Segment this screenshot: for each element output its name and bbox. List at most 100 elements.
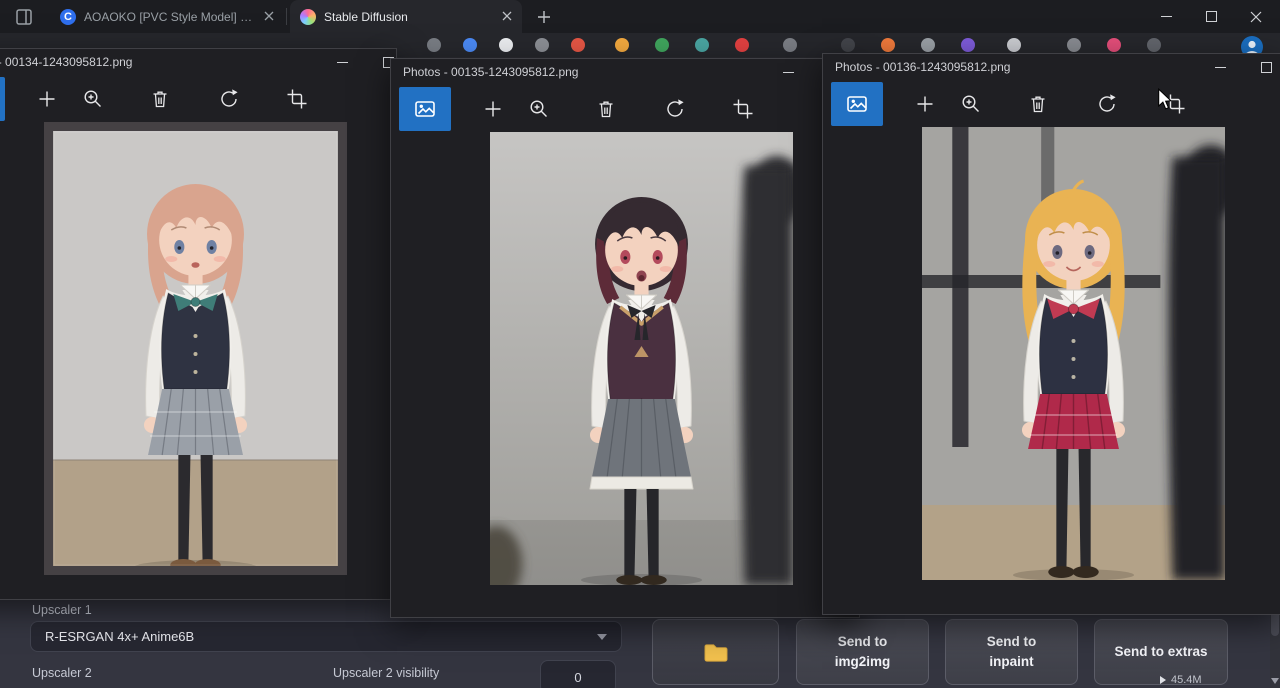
photo-content-00136 bbox=[922, 127, 1225, 580]
favicon-icon[interactable] bbox=[1007, 38, 1021, 52]
favicon-icon[interactable] bbox=[961, 38, 975, 52]
tab-close-icon[interactable] bbox=[264, 10, 274, 24]
photo-content-00135 bbox=[490, 132, 793, 585]
button-label: Send to bbox=[838, 632, 888, 652]
favicon-icon[interactable] bbox=[783, 38, 797, 52]
zoom-in-icon bbox=[82, 88, 104, 110]
folder-icon bbox=[703, 641, 729, 663]
delete-button[interactable] bbox=[584, 87, 628, 131]
favicon-icon[interactable] bbox=[463, 38, 477, 52]
send-to-img2img-button[interactable]: Send to img2img bbox=[796, 619, 929, 685]
badge-text: 45.4M bbox=[1171, 674, 1202, 686]
minimize-button[interactable] bbox=[323, 49, 361, 75]
favicon-icon[interactable] bbox=[1107, 38, 1121, 52]
browser-maximize-button[interactable] bbox=[1189, 0, 1233, 33]
window-titlebar[interactable]: Photos - 00135-1243095812.png bbox=[391, 59, 859, 85]
zoom-button[interactable] bbox=[517, 87, 561, 131]
maximize-button[interactable] bbox=[1247, 54, 1280, 80]
rotate-icon bbox=[1096, 93, 1118, 115]
button-label: img2img bbox=[835, 652, 891, 672]
favicon-icon[interactable] bbox=[571, 38, 585, 52]
tab-label: AOAOKO [PVC Style Model] - PV bbox=[84, 10, 256, 24]
favicon-icon[interactable] bbox=[1147, 38, 1161, 52]
favicon-icon[interactable] bbox=[881, 38, 895, 52]
dropdown-caret-icon bbox=[597, 634, 607, 640]
photos-toolbar bbox=[391, 85, 859, 132]
zoom-button[interactable] bbox=[71, 77, 115, 121]
trash-icon bbox=[149, 88, 171, 110]
window-titlebar[interactable]: Photos - 00134-1243095812.png bbox=[0, 49, 396, 75]
screen: C AOAOKO [PVC Style Model] - PV Stable D… bbox=[0, 0, 1280, 688]
tab-divider bbox=[286, 8, 287, 25]
delete-button[interactable] bbox=[1016, 82, 1060, 126]
favicon-icon[interactable] bbox=[535, 38, 549, 52]
plus-icon bbox=[914, 93, 936, 115]
browser-minimize-button[interactable] bbox=[1144, 0, 1188, 33]
favicon-icon[interactable] bbox=[499, 38, 513, 52]
rotate-button[interactable] bbox=[1085, 82, 1129, 126]
window-titlebar[interactable]: Photos - 00136-1243095812.png bbox=[823, 54, 1280, 80]
status-badge: 45.4M bbox=[1160, 674, 1202, 686]
photos-window-00136[interactable]: Photos - 00136-1243095812.png bbox=[822, 53, 1280, 615]
photos-window-00135[interactable]: Photos - 00135-1243095812.png bbox=[390, 58, 860, 618]
play-icon bbox=[1160, 676, 1166, 684]
add-button[interactable] bbox=[903, 82, 947, 126]
tab-stable-diffusion[interactable]: Stable Diffusion bbox=[290, 0, 522, 33]
rotate-icon bbox=[664, 98, 686, 120]
favicon-icon[interactable] bbox=[921, 38, 935, 52]
photos-toolbar bbox=[0, 75, 396, 122]
open-folder-button[interactable] bbox=[652, 619, 779, 685]
photos-toolbar bbox=[823, 80, 1280, 127]
upscaler2-visibility-input[interactable] bbox=[540, 660, 616, 688]
upscaler2-label: Upscaler 2 bbox=[32, 666, 92, 680]
favicon-icon[interactable] bbox=[1067, 38, 1081, 52]
plus-icon bbox=[36, 88, 58, 110]
favicon-icon[interactable] bbox=[841, 38, 855, 52]
civitai-favicon-icon: C bbox=[60, 9, 76, 25]
favicon-icon[interactable] bbox=[655, 38, 669, 52]
trash-icon bbox=[1027, 93, 1049, 115]
see-all-photos-button[interactable] bbox=[399, 87, 451, 131]
window-title: Photos - 00135-1243095812.png bbox=[403, 65, 578, 79]
rotate-button[interactable] bbox=[207, 77, 251, 121]
favicon-icon[interactable] bbox=[735, 38, 749, 52]
favicon-icon[interactable] bbox=[695, 38, 709, 52]
minimize-button[interactable] bbox=[1201, 54, 1239, 80]
favicon-icon[interactable] bbox=[427, 38, 441, 52]
arrow-cursor-icon bbox=[1157, 88, 1172, 110]
tab-aoaoko[interactable]: C AOAOKO [PVC Style Model] - PV bbox=[50, 0, 284, 33]
zoom-in-icon bbox=[528, 98, 550, 120]
gallery-icon bbox=[845, 92, 869, 116]
crop-button[interactable] bbox=[275, 77, 319, 121]
rotate-icon bbox=[218, 88, 240, 110]
see-all-photos-button[interactable] bbox=[831, 82, 883, 126]
plus-icon bbox=[482, 98, 504, 120]
zoom-in-icon bbox=[960, 93, 982, 115]
upscaler1-value: R-ESRGAN 4x+ Anime6B bbox=[45, 629, 194, 644]
gallery-icon bbox=[413, 97, 437, 121]
favicon-icon[interactable] bbox=[615, 38, 629, 52]
minimize-button[interactable] bbox=[769, 59, 807, 85]
delete-button[interactable] bbox=[138, 77, 182, 121]
crop-button[interactable] bbox=[721, 87, 765, 131]
zoom-button[interactable] bbox=[949, 82, 993, 126]
upscaler1-label: Upscaler 1 bbox=[32, 603, 92, 617]
see-all-photos-button[interactable] bbox=[0, 77, 5, 121]
new-tab-icon[interactable] bbox=[534, 7, 554, 27]
window-title: Photos - 00134-1243095812.png bbox=[0, 55, 132, 69]
photo-content-00134 bbox=[44, 122, 347, 575]
send-to-inpaint-button[interactable]: Send to inpaint bbox=[945, 619, 1078, 685]
crop-icon bbox=[732, 98, 754, 120]
scroll-down-arrow-icon[interactable] bbox=[1271, 678, 1279, 684]
tab-layout-icon[interactable] bbox=[14, 7, 34, 27]
upscaler1-dropdown[interactable]: R-ESRGAN 4x+ Anime6B bbox=[30, 621, 622, 652]
button-label: Send to extras bbox=[1114, 642, 1207, 662]
rotate-button[interactable] bbox=[653, 87, 697, 131]
add-button[interactable] bbox=[25, 77, 69, 121]
photos-window-00134[interactable]: Photos - 00134-1243095812.png bbox=[0, 48, 397, 600]
add-button[interactable] bbox=[471, 87, 515, 131]
stable-diffusion-favicon-icon bbox=[300, 9, 316, 25]
tab-close-icon[interactable] bbox=[502, 10, 512, 24]
browser-close-button[interactable] bbox=[1234, 0, 1278, 33]
tab-label: Stable Diffusion bbox=[324, 10, 494, 24]
